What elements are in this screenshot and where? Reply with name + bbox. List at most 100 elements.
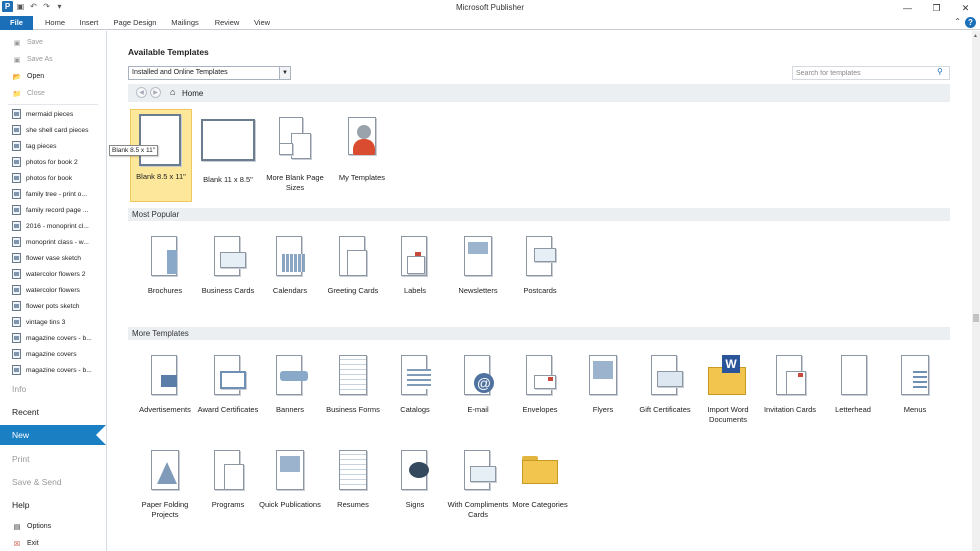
recent-file-label: tag pieces bbox=[26, 142, 57, 150]
recent-file-item[interactable]: photos for book 2 bbox=[0, 154, 106, 170]
recent-file-item[interactable]: family tree - print o... bbox=[0, 186, 106, 202]
close-command[interactable]: 📁 Close bbox=[0, 86, 106, 101]
tab-page-design[interactable]: Page Design bbox=[110, 16, 160, 30]
chevron-down-icon[interactable]: ▼ bbox=[279, 67, 290, 79]
template-label: Brochures bbox=[147, 286, 183, 295]
search-input[interactable] bbox=[792, 66, 950, 80]
recent-file-item[interactable]: she shell card pieces bbox=[0, 122, 106, 138]
publication-icon bbox=[12, 285, 21, 295]
template-source-select[interactable]: Installed and Online Templates ▼ bbox=[128, 66, 291, 80]
recent-file-item[interactable]: monoprint class - w... bbox=[0, 234, 106, 250]
tab-review[interactable]: Review bbox=[210, 16, 244, 30]
template-blank-landscape[interactable]: Blank 11 x 8.5" bbox=[196, 109, 260, 185]
catalogs-icon bbox=[397, 355, 433, 401]
sidebar-save-send[interactable]: Save & Send bbox=[0, 472, 106, 492]
recent-file-label: vintage tins 3 bbox=[26, 318, 66, 326]
template-category-tile[interactable]: Catalogs bbox=[384, 355, 446, 415]
paper-folding-icon bbox=[147, 450, 183, 496]
template-category-tile[interactable]: Quick Publications bbox=[259, 450, 321, 510]
template-category-tile[interactable]: Gift Certificates bbox=[634, 355, 696, 415]
back-arrow-icon[interactable]: ◀ bbox=[136, 87, 147, 98]
sidebar-help[interactable]: Help bbox=[0, 495, 106, 515]
template-category-tile[interactable]: Envelopes bbox=[509, 355, 571, 415]
template-category-tile[interactable]: Menus bbox=[884, 355, 946, 415]
scroll-thumb[interactable] bbox=[973, 314, 979, 322]
recent-file-item[interactable]: photos for book bbox=[0, 170, 106, 186]
restore-icon[interactable]: ❐ bbox=[922, 0, 951, 16]
template-category-tile[interactable]: Labels bbox=[384, 236, 446, 296]
template-label: Award Certificates bbox=[197, 405, 259, 414]
tab-insert[interactable]: Insert bbox=[74, 16, 104, 30]
sidebar-print[interactable]: Print bbox=[0, 449, 106, 469]
template-more-blank-sizes[interactable]: More Blank Page Sizes bbox=[265, 109, 325, 193]
publisher-window: P ▣ ↶ ↷ ▾ Microsoft Publisher — ❐ ✕ File… bbox=[0, 0, 980, 551]
template-category-tile[interactable]: Flyers bbox=[572, 355, 634, 415]
recent-file-item[interactable]: tag pieces bbox=[0, 138, 106, 154]
tab-home[interactable]: Home bbox=[40, 16, 70, 30]
template-category-tile[interactable]: Brochures bbox=[134, 236, 196, 296]
template-category-tile[interactable]: Award Certificates bbox=[197, 355, 259, 415]
close-icon[interactable]: ✕ bbox=[951, 0, 980, 16]
search-icon[interactable]: ⚲ bbox=[937, 67, 943, 76]
template-label: Business Cards bbox=[201, 286, 255, 295]
recent-file-item[interactable]: 2016 - monoprint cl... bbox=[0, 218, 106, 234]
template-category-tile[interactable]: W Import Word Documents bbox=[697, 355, 759, 425]
recent-file-item[interactable]: magazine covers - b... bbox=[0, 330, 106, 346]
tab-file[interactable]: File bbox=[0, 16, 33, 30]
template-category-tile[interactable]: Calendars bbox=[259, 236, 321, 296]
options-command[interactable]: ▤ Options bbox=[0, 519, 106, 534]
forward-arrow-icon[interactable]: ▶ bbox=[150, 87, 161, 98]
recent-file-label: flower pots sketch bbox=[26, 302, 80, 310]
template-category-tile[interactable]: Paper Folding Projects bbox=[134, 450, 196, 520]
template-category-tile[interactable]: Programs bbox=[197, 450, 259, 510]
sidebar-recent[interactable]: Recent bbox=[0, 402, 106, 422]
template-category-tile[interactable]: Signs bbox=[384, 450, 446, 510]
recent-file-item[interactable]: magazine covers - b... bbox=[0, 362, 106, 378]
open-label: Open bbox=[27, 73, 45, 80]
recent-file-item[interactable]: watercolor flowers bbox=[0, 282, 106, 298]
recent-file-item[interactable]: flower pots sketch bbox=[0, 298, 106, 314]
exit-command[interactable]: ☒ Exit bbox=[0, 536, 106, 551]
sidebar-new[interactable]: New bbox=[0, 425, 106, 445]
minimize-icon[interactable]: — bbox=[893, 0, 922, 16]
vertical-scrollbar[interactable]: ▲ bbox=[972, 31, 980, 551]
window-title: Microsoft Publisher bbox=[455, 3, 525, 12]
minimize-ribbon-icon[interactable]: ⌃ bbox=[954, 17, 961, 28]
template-category-tile[interactable]: More Categories bbox=[509, 450, 571, 510]
template-category-tile[interactable]: Advertisements bbox=[134, 355, 196, 415]
template-category-tile[interactable]: Postcards bbox=[509, 236, 571, 296]
recent-file-item[interactable]: mermaid pieces bbox=[0, 106, 106, 122]
breadcrumb[interactable]: Home bbox=[182, 89, 203, 98]
publication-icon bbox=[12, 205, 21, 215]
template-category-tile[interactable]: Letterhead bbox=[822, 355, 884, 415]
open-command[interactable]: 📂 Open bbox=[0, 69, 106, 84]
help-icon[interactable]: ? bbox=[965, 17, 976, 28]
template-category-tile[interactable]: With Compliments Cards bbox=[447, 450, 509, 520]
template-label: Envelopes bbox=[522, 405, 558, 414]
save-command[interactable]: ▣ Save bbox=[0, 35, 106, 50]
template-category-tile[interactable]: Newsletters bbox=[447, 236, 509, 296]
template-category-tile[interactable]: Banners bbox=[259, 355, 321, 415]
template-category-tile[interactable]: Invitation Cards bbox=[759, 355, 821, 415]
recent-file-item[interactable]: family record page ... bbox=[0, 202, 106, 218]
save-as-command[interactable]: ▣ Save As bbox=[0, 52, 106, 67]
recent-file-label: family tree - print o... bbox=[26, 190, 87, 198]
template-category-tile[interactable]: @ E-mail bbox=[447, 355, 509, 415]
recent-file-item[interactable]: watercolor flowers 2 bbox=[0, 266, 106, 282]
template-category-tile[interactable]: Business Cards bbox=[197, 236, 259, 296]
scroll-up-icon[interactable]: ▲ bbox=[973, 33, 978, 39]
recent-file-item[interactable]: flower vase sketch bbox=[0, 250, 106, 266]
home-icon[interactable]: ⌂ bbox=[170, 88, 179, 97]
sidebar-info[interactable]: Info bbox=[0, 379, 106, 399]
template-category-tile[interactable]: Business Forms bbox=[322, 355, 384, 415]
template-label: Invitation Cards bbox=[763, 405, 817, 414]
recent-file-item[interactable]: vintage tins 3 bbox=[0, 314, 106, 330]
template-my-templates[interactable]: My Templates bbox=[332, 109, 392, 183]
template-label: Banners bbox=[276, 405, 304, 414]
recent-file-item[interactable]: magazine covers bbox=[0, 346, 106, 362]
invitation-cards-icon bbox=[772, 355, 808, 401]
template-category-tile[interactable]: Resumes bbox=[322, 450, 384, 510]
tab-view[interactable]: View bbox=[250, 16, 274, 30]
template-category-tile[interactable]: Greeting Cards bbox=[322, 236, 384, 296]
tab-mailings[interactable]: Mailings bbox=[166, 16, 204, 30]
